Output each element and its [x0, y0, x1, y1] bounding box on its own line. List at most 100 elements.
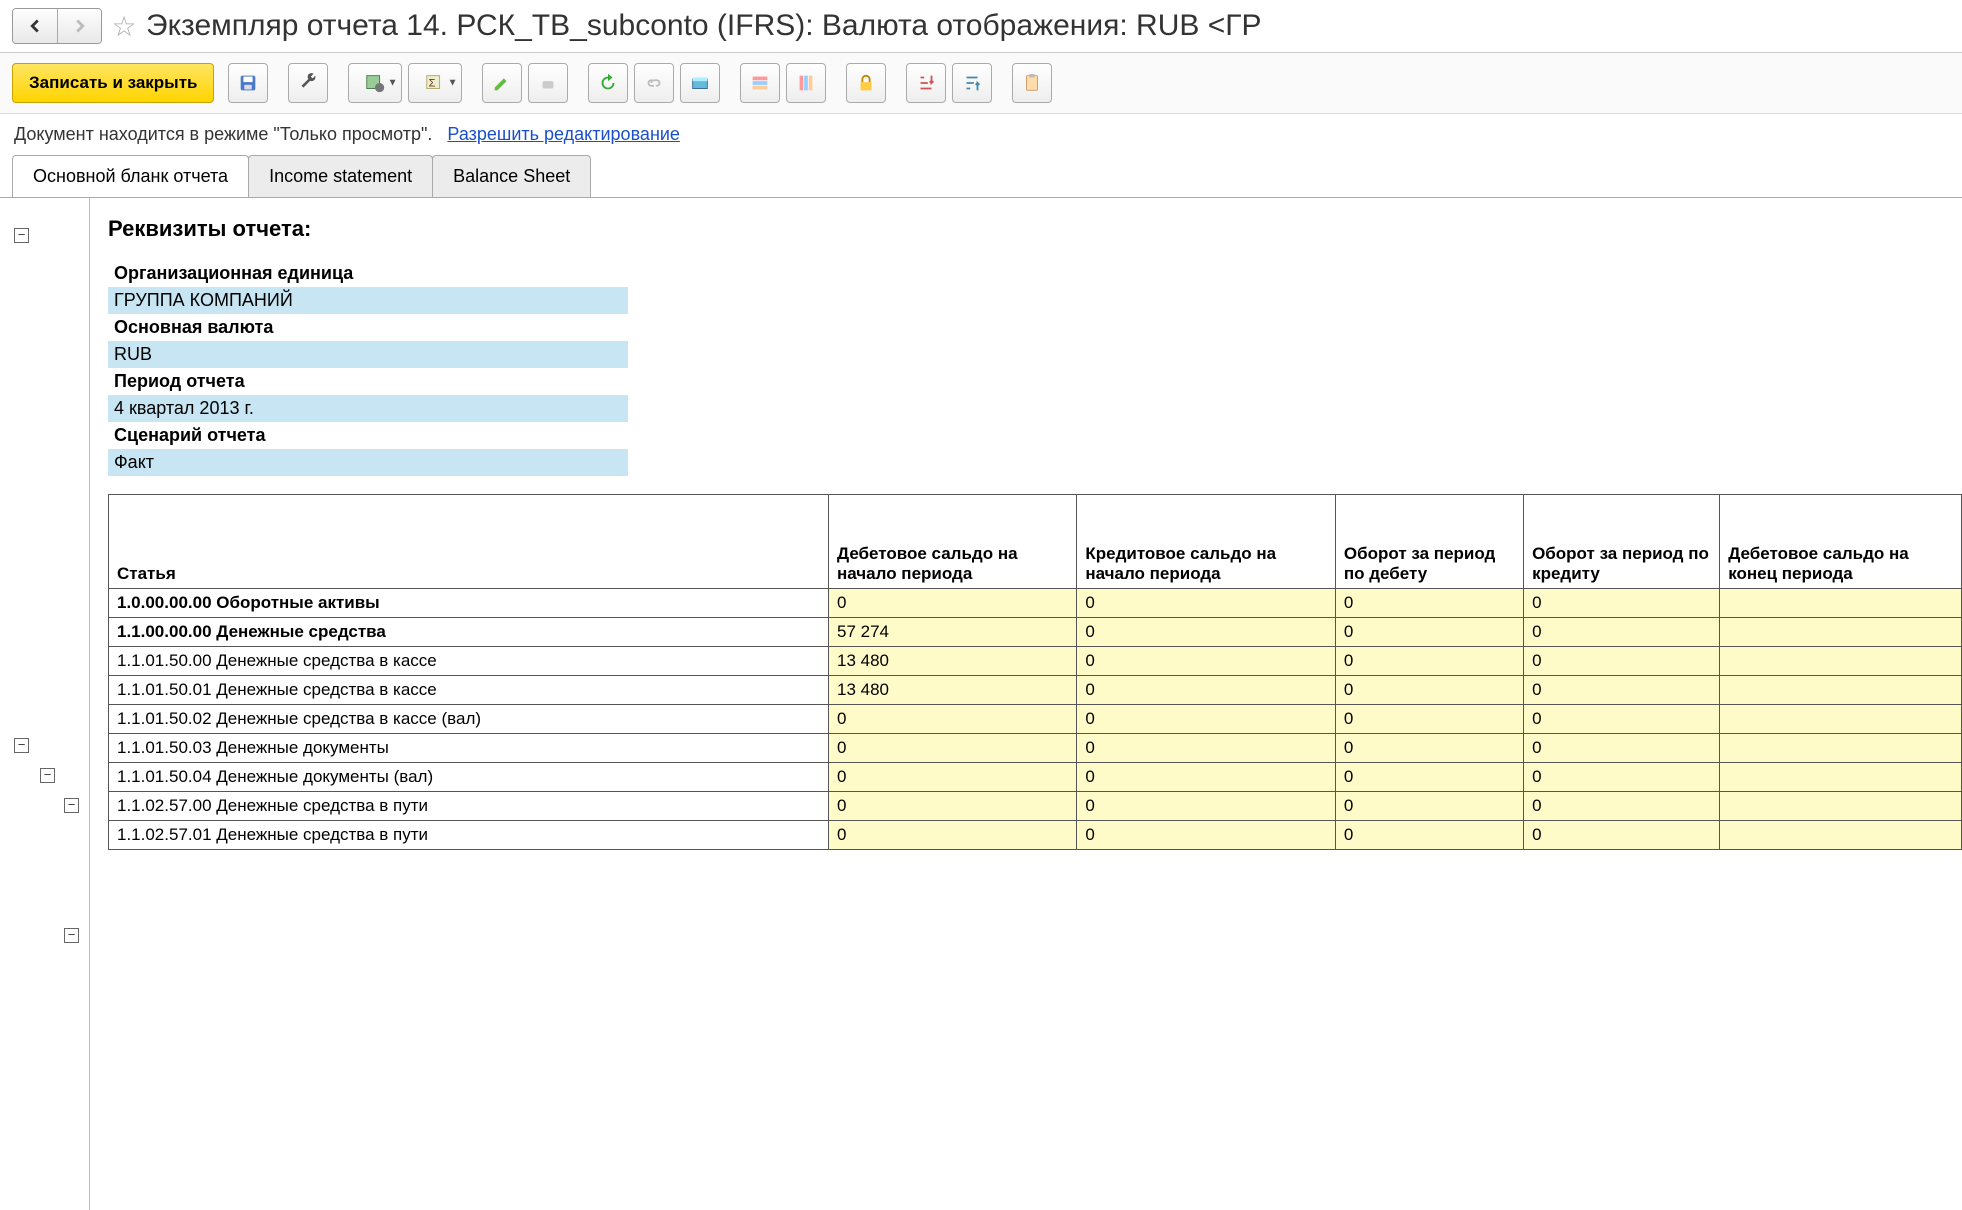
value-cell: [1720, 734, 1962, 763]
article-cell: 1.0.00.00.00 Оборотные активы: [109, 589, 829, 618]
eraser-icon: [537, 72, 559, 94]
save-button[interactable]: [228, 63, 268, 103]
tree-collapse-toggle[interactable]: −: [14, 738, 29, 753]
value-cell: 0: [1524, 792, 1720, 821]
requisite-value: 4 квартал 2013 г.: [108, 395, 628, 422]
value-cell: 13 480: [829, 676, 1077, 705]
sort-asc-icon: [915, 72, 937, 94]
clipboard-button[interactable]: [1012, 63, 1052, 103]
requisite-label: Сценарий отчета: [108, 422, 628, 449]
lock-icon: [855, 72, 877, 94]
edit-button[interactable]: [482, 63, 522, 103]
table-row[interactable]: 1.1.01.50.04 Денежные документы (вал)000…: [109, 763, 1962, 792]
clipboard-icon: [1021, 72, 1043, 94]
sort-desc-button[interactable]: [952, 63, 992, 103]
article-cell: 1.1.00.00.00 Денежные средства: [109, 618, 829, 647]
table-row[interactable]: 1.1.01.50.01 Денежные средства в кассе13…: [109, 676, 1962, 705]
chevron-down-icon: ▼: [448, 78, 458, 89]
rows-button[interactable]: [740, 63, 780, 103]
value-cell: 0: [1335, 705, 1523, 734]
lock-button[interactable]: [846, 63, 886, 103]
allow-edit-link[interactable]: Разрешить редактирование: [447, 124, 680, 144]
value-cell: [1720, 792, 1962, 821]
value-cell: 0: [1524, 676, 1720, 705]
tab-1[interactable]: Income statement: [248, 155, 433, 197]
value-cell: 13 480: [829, 647, 1077, 676]
table-row[interactable]: 1.1.01.50.00 Денежные средства в кассе13…: [109, 647, 1962, 676]
value-cell: 0: [1335, 618, 1523, 647]
article-cell: 1.1.01.50.02 Денежные средства в кассе (…: [109, 705, 829, 734]
requisite-value: ГРУППА КОМПАНИЙ: [108, 287, 628, 314]
nav-back-button[interactable]: [13, 9, 57, 43]
columns-button[interactable]: [786, 63, 826, 103]
tree-collapse-toggle[interactable]: −: [64, 928, 79, 943]
article-cell: 1.1.01.50.04 Денежные документы (вал): [109, 763, 829, 792]
refresh-button[interactable]: [588, 63, 628, 103]
value-cell: 0: [1335, 647, 1523, 676]
requisite-label: Основная валюта: [108, 314, 628, 341]
requisite-value: Факт: [108, 449, 628, 476]
value-cell: [1720, 676, 1962, 705]
tab-2[interactable]: Balance Sheet: [432, 155, 591, 197]
value-cell: 0: [1524, 763, 1720, 792]
readonly-status-text: Документ находится в режиме "Только прос…: [14, 124, 432, 144]
tree-collapse-toggle[interactable]: −: [40, 768, 55, 783]
value-cell: [1720, 647, 1962, 676]
value-cell: 0: [1524, 734, 1720, 763]
article-cell: 1.1.02.57.01 Денежные средства в пути: [109, 821, 829, 850]
sort-asc-button[interactable]: [906, 63, 946, 103]
value-cell: 0: [1524, 705, 1720, 734]
tab-0[interactable]: Основной бланк отчета: [12, 155, 249, 197]
link-button[interactable]: [634, 63, 674, 103]
tree-collapse-toggle[interactable]: −: [14, 228, 29, 243]
sigma-icon: Σ: [424, 72, 446, 94]
value-cell: 0: [1335, 589, 1523, 618]
pencil-icon: [491, 72, 513, 94]
sum-button[interactable]: Σ ▼: [408, 63, 462, 103]
value-cell: 0: [1335, 792, 1523, 821]
drawer-icon: [689, 72, 711, 94]
save-and-close-button[interactable]: Записать и закрыть: [12, 63, 214, 103]
wrench-icon: [297, 72, 319, 94]
article-cell: 1.1.01.50.00 Денежные средства в кассе: [109, 647, 829, 676]
nav-forward-button[interactable]: [57, 9, 101, 43]
value-cell: 0: [829, 792, 1077, 821]
value-cell: 0: [1077, 734, 1336, 763]
columns-icon: [795, 72, 817, 94]
table-row[interactable]: 1.1.01.50.02 Денежные средства в кассе (…: [109, 705, 1962, 734]
value-cell: 0: [829, 589, 1077, 618]
table-config-button[interactable]: ▼: [348, 63, 402, 103]
value-cell: 0: [1077, 705, 1336, 734]
value-cell: 0: [829, 705, 1077, 734]
column-header: Статья: [109, 495, 829, 589]
column-header: Кредитовое сальдо на начало периода: [1077, 495, 1336, 589]
value-cell: 0: [1335, 676, 1523, 705]
favorite-star-icon[interactable]: ☆: [110, 12, 138, 40]
article-cell: 1.1.02.57.00 Денежные средства в пути: [109, 792, 829, 821]
table-row[interactable]: 1.1.02.57.00 Денежные средства в пути000…: [109, 792, 1962, 821]
article-cell: 1.1.01.50.03 Денежные документы: [109, 734, 829, 763]
value-cell: 0: [1077, 618, 1336, 647]
floppy-icon: [237, 72, 259, 94]
column-header: Оборот за период по кредиту: [1524, 495, 1720, 589]
settings-button[interactable]: [288, 63, 328, 103]
column-header: Дебетовое сальдо на начало периода: [829, 495, 1077, 589]
value-cell: 0: [1524, 618, 1720, 647]
requisite-label: Период отчета: [108, 368, 628, 395]
value-cell: [1720, 589, 1962, 618]
table-row[interactable]: 1.1.01.50.03 Денежные документы0000: [109, 734, 1962, 763]
value-cell: 0: [1077, 792, 1336, 821]
requisite-value: RUB: [108, 341, 628, 368]
erase-button[interactable]: [528, 63, 568, 103]
article-cell: 1.1.01.50.01 Денежные средства в кассе: [109, 676, 829, 705]
table-gear-icon: [364, 72, 386, 94]
table-row[interactable]: 1.1.00.00.00 Денежные средства57 274000: [109, 618, 1962, 647]
requisite-label: Организационная единица: [108, 260, 628, 287]
archive-button[interactable]: [680, 63, 720, 103]
value-cell: 0: [1524, 589, 1720, 618]
table-row[interactable]: 1.0.00.00.00 Оборотные активы0000: [109, 589, 1962, 618]
value-cell: [1720, 618, 1962, 647]
table-row[interactable]: 1.1.02.57.01 Денежные средства в пути000…: [109, 821, 1962, 850]
tree-collapse-toggle[interactable]: −: [64, 798, 79, 813]
value-cell: 57 274: [829, 618, 1077, 647]
